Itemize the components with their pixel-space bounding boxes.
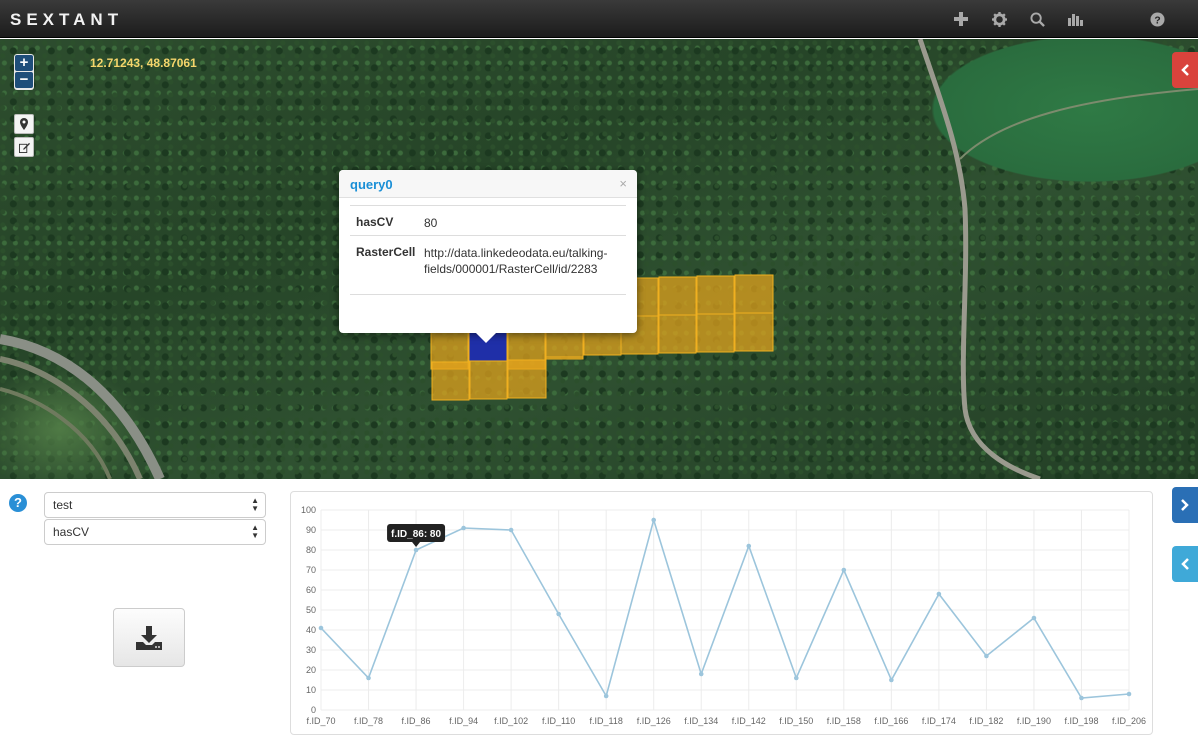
map-view[interactable]: + − 12.71243, 48.87061 query0 × hasCV 80… [0,39,1198,479]
x-tick-label: f.ID_182 [969,716,1003,726]
popup-key: RasterCell [356,245,416,259]
y-tick-label: 80 [306,545,316,555]
raster-cell [507,359,547,399]
app-title: SEXTANT [10,10,124,29]
data-point[interactable] [841,567,847,573]
data-point[interactable] [1079,695,1084,701]
data-point[interactable] [746,543,752,549]
data-point[interactable] [651,517,657,523]
chevron-right-icon [1181,499,1189,511]
x-tick-label: f.ID_126 [637,716,671,726]
x-tick-label: f.ID_86 [402,716,431,726]
line-chart-panel: 0 10 20 30 40 50 60 70 80 90 100 f.ID_70 f.ID_78 f.ID… [290,491,1153,735]
y-tick-label: 30 [306,645,316,655]
raster-cell [431,361,470,401]
x-tick-label: f.ID_78 [354,716,383,726]
layer-select[interactable]: test ▲ ▼ [44,492,266,518]
x-tick-label: f.ID_110 [542,716,575,726]
x-tick-label: f.ID_150 [779,716,813,726]
y-tick-label: 50 [306,605,316,615]
x-tick-label: f.ID_102 [494,716,528,726]
raster-cell [658,276,697,316]
bar-chart-icon[interactable] [1066,10,1084,28]
data-point[interactable] [318,625,324,631]
feature-popup: query0 × hasCV 80 RasterCell http://data… [339,170,637,343]
select-caret-icon: ▲ ▼ [251,496,259,513]
data-point[interactable] [366,675,371,681]
tooltip-pointer [412,542,421,547]
help-icon[interactable]: ? [1148,10,1166,28]
search-icon[interactable] [1028,10,1046,28]
data-point[interactable] [698,671,704,677]
y-tick-label: 20 [306,665,316,675]
layer-select-value: test [53,498,73,512]
raster-cell [696,313,735,353]
svg-text:?: ? [1154,15,1160,26]
data-point[interactable] [461,525,466,531]
x-tick-label: f.ID_166 [874,716,908,726]
data-point[interactable] [508,527,514,533]
popup-pointer [476,333,496,343]
plus-icon[interactable] [952,10,970,28]
x-tick-label: f.ID_158 [827,716,861,726]
popup-value-link[interactable]: http://data.linkedeodata.eu/talking-fiel… [424,245,624,277]
x-tick-label: f.ID_198 [1064,716,1098,726]
raster-cell [545,356,584,360]
popup-title: query0 [350,177,393,192]
y-tick-label: 60 [306,585,316,595]
y-tick-label: 70 [306,565,316,575]
help-icon[interactable]: ? [9,494,27,512]
download-button[interactable] [113,608,185,667]
x-tick-label: f.ID_142 [732,716,766,726]
popup-close-button[interactable]: × [619,176,627,191]
y-tick-label: 10 [306,685,316,695]
tooltip-text: f.ID_86: 80 [391,529,441,540]
data-point[interactable] [1031,615,1037,621]
y-tick-label: 90 [306,525,316,535]
collapse-panel-button[interactable] [1172,546,1198,582]
x-tick-label: f.ID_134 [684,716,718,726]
popup-row: RasterCell http://data.linkedeodata.eu/t… [350,235,626,295]
y-tick-label: 0 [311,705,316,715]
property-select-value: hasCV [53,525,90,539]
x-tick-label: f.ID_118 [589,716,622,726]
raster-cell [734,274,774,314]
data-point[interactable] [984,653,989,659]
x-tick-label: f.ID_94 [449,716,478,726]
data-point[interactable] [556,611,561,617]
raster-cell [734,312,774,352]
popup-value: 80 [424,216,438,230]
expand-panel-button[interactable] [1172,487,1198,523]
select-caret-icon: ▲ ▼ [251,523,259,540]
x-tick-label: f.ID_70 [306,716,335,726]
y-tick-label: 100 [301,505,316,515]
x-tick-label: f.ID_174 [922,716,956,726]
popup-key: hasCV [356,215,394,229]
gear-icon[interactable] [990,10,1008,28]
line-chart[interactable]: 0 10 20 30 40 50 60 70 80 90 100 f.ID_70 f.ID_78 f.ID… [291,492,1154,736]
data-point[interactable] [413,547,419,553]
raster-cell [696,275,735,315]
data-point[interactable] [603,693,609,699]
popup-row: hasCV 80 [350,205,626,235]
data-point[interactable] [1126,691,1132,697]
series-line [320,517,1130,699]
raster-cell [469,360,508,400]
download-icon [136,625,162,650]
x-tick-label: f.ID_206 [1112,716,1146,726]
raster-cell [658,314,697,354]
data-point[interactable] [889,677,894,683]
chevron-left-icon [1181,558,1189,570]
x-tick-label: f.ID_190 [1017,716,1051,726]
y-tick-label: 40 [306,625,316,635]
top-navbar: SEXTANT ? [0,0,1198,38]
data-point[interactable] [793,675,799,681]
property-select[interactable]: hasCV ▲ ▼ [44,519,266,545]
data-point[interactable] [936,591,942,597]
